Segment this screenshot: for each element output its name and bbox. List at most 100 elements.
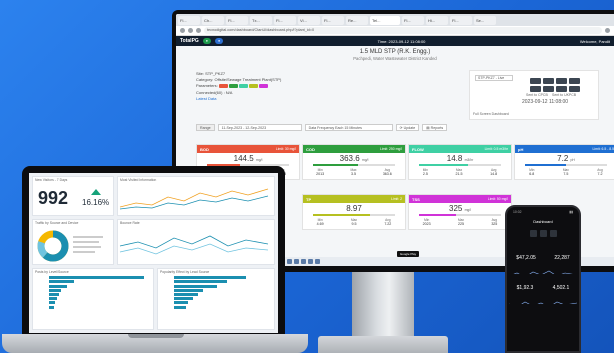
date-range-input[interactable]: 11-Sep-2023 - 12-Sep-2023 [217,124,302,131]
card-value: 7.2 [557,154,569,163]
parameter-tags [218,84,268,89]
kpi-title: New Visitors - 7 Days [35,178,68,182]
browser-tab[interactable]: Fl... [450,15,472,25]
welcome-user[interactable]: Welcome, Pandit [580,39,610,44]
card-unit: m3/hr [464,158,474,162]
stat-min-value: 4.69 [316,221,324,226]
tag[interactable] [248,84,258,89]
browser-tab[interactable]: Re... [346,15,368,25]
card-value: 325 [449,204,463,213]
browser-tab[interactable]: Hi... [426,15,448,25]
camera-grid [530,78,580,92]
camera-icon[interactable] [569,78,580,84]
update-label: Update [403,126,416,130]
camera-icon[interactable] [543,78,554,84]
browser-tab-bar: Fl... Ch... Fl... Tx... Fl... Vi... Fl... Re...… [176,14,614,26]
stat-avg: Avg 7.22 [384,217,392,226]
camera-icon[interactable] [530,86,541,92]
browser-tab[interactable]: Fl... [274,15,296,25]
card-header: TP Limit: 2 [303,195,405,203]
card-name: COD [306,146,315,152]
browser-tab[interactable]: Ch... [202,15,224,25]
stat-max: Max 9.5 [350,217,357,226]
card-name: pH [518,146,524,152]
browser-tab[interactable]: Tx... [250,15,272,25]
back-icon[interactable] [180,28,185,33]
card-ph[interactable]: pH Limit: 6.5 - 8.5 7.2 pH Min 6.8 Max 7.5 Av… [514,144,614,180]
card-header: TSS Limit: 50 mg/l [409,195,511,203]
tag[interactable] [228,84,238,89]
card-progress-fill [419,214,456,216]
tag[interactable] [218,84,228,89]
profile-icon[interactable] [605,28,610,33]
grid-icon[interactable] [539,230,547,237]
bounce-line-chart [119,235,269,255]
camera-icon[interactable] [530,78,541,84]
bar [49,280,74,284]
tag[interactable] [238,84,248,89]
browser-tab[interactable]: Vi... [298,15,320,25]
url-field[interactable]: tecnodigital.com/dashboard/CtanUl/dashbo… [204,27,602,34]
stat-min-value: 2023 [422,221,431,226]
card-progress-fill [419,164,469,166]
card-name: TP [306,196,312,202]
grid-icon[interactable] [549,230,557,237]
browser-tab[interactable]: Tel... [370,15,400,25]
bars-panel-1: Posts by Level/Source [32,268,154,330]
taskbar-icon[interactable] [315,259,320,264]
filter-bar: Range 11-Sep-2023 - 12-Sep-2023 Data Fre… [196,124,448,131]
kpi-value: 992 [38,188,69,208]
refresh-icon[interactable] [196,28,201,33]
taskbar-icon[interactable] [294,259,299,264]
reports-label: Reports [430,126,444,130]
sent-ukpcb: Sent to UKPCB [552,93,577,97]
card-flow[interactable]: FLOW Limit: 0.5 m3/hr 14.8 m3/hr Min 2.5 Ma… [408,144,512,180]
stat-max: Max 7.5 [562,167,569,176]
camera-icon[interactable] [556,86,567,92]
camera-icon[interactable] [556,78,567,84]
status-badge: ● [202,38,211,44]
card-progress [419,164,501,166]
card-limit: Limit: 30 mg/l [275,147,296,151]
station-select[interactable]: STP-PKZ7 - Live [475,75,513,81]
frequency-select[interactable]: Data Frequency Each 15 Minutes [304,124,393,131]
address-bar: tecnodigital.com/dashboard/CtanUl/dashbo… [176,26,614,36]
camera-icon[interactable] [569,86,580,92]
bar [174,280,227,284]
grid-icon[interactable] [529,230,537,237]
browser-tab[interactable]: Fl... [402,15,424,25]
stat-min: Min 2.5 [422,167,428,176]
card-stats: Min 6.8 Max 7.5 Avg 7.2 [515,168,614,176]
bars-panel-2: Popularity Effect by Lead Source [157,268,275,330]
stat-max-value: 9.5 [351,221,357,226]
camera-icon[interactable] [543,86,554,92]
card-tp[interactable]: TP Limit: 2 8.97 Min 4.69 Max 9.5 Avg 7.22 [302,194,406,230]
stat-avg: Avg 14.8 [490,167,498,176]
forward-icon[interactable] [188,28,193,33]
taskbar-icon[interactable] [287,259,292,264]
card-cod[interactable]: COD Limit: 250 mg/l 363.6 mg/l Min 2013 Max… [302,144,406,180]
stat-max-value: 3.5 [350,171,356,176]
browser-tab[interactable]: Fl... [322,15,344,25]
card-stats: Min 2.5 Max 21.5 Avg 14.8 [409,168,511,176]
browser-tab[interactable]: Se... [474,15,496,25]
taskbar-icon[interactable] [308,259,313,264]
latest-data-link[interactable]: Latest Data [196,96,281,102]
bar [174,288,203,292]
browser-tab[interactable]: Fl... [178,15,200,25]
card-unit: pH [570,158,575,162]
stat-max-value: 21.5 [455,171,463,176]
full-screen-link[interactable]: Full Screen Dashboard [473,112,509,116]
taskbar-icon[interactable] [301,259,306,264]
phone-value-3: $1,92.3 [516,285,534,291]
bar [49,301,55,305]
phone-value-1: $47,2.05 [516,255,536,261]
update-button[interactable]: ⟳ Update [395,124,420,131]
phone-stats-2: $1,92.3 4,502.1 [507,285,579,291]
reports-button[interactable]: ▤ Reports [422,124,448,131]
bar [174,301,189,305]
card-tss[interactable]: TSS Limit: 50 mg/l 325 mg/l Min 2023 Max 225… [408,194,512,230]
browser-tab[interactable]: Fl... [226,15,248,25]
tag[interactable] [258,84,268,89]
page-title: 1.5 MLD STP (R.K. Engg.) [359,49,431,55]
